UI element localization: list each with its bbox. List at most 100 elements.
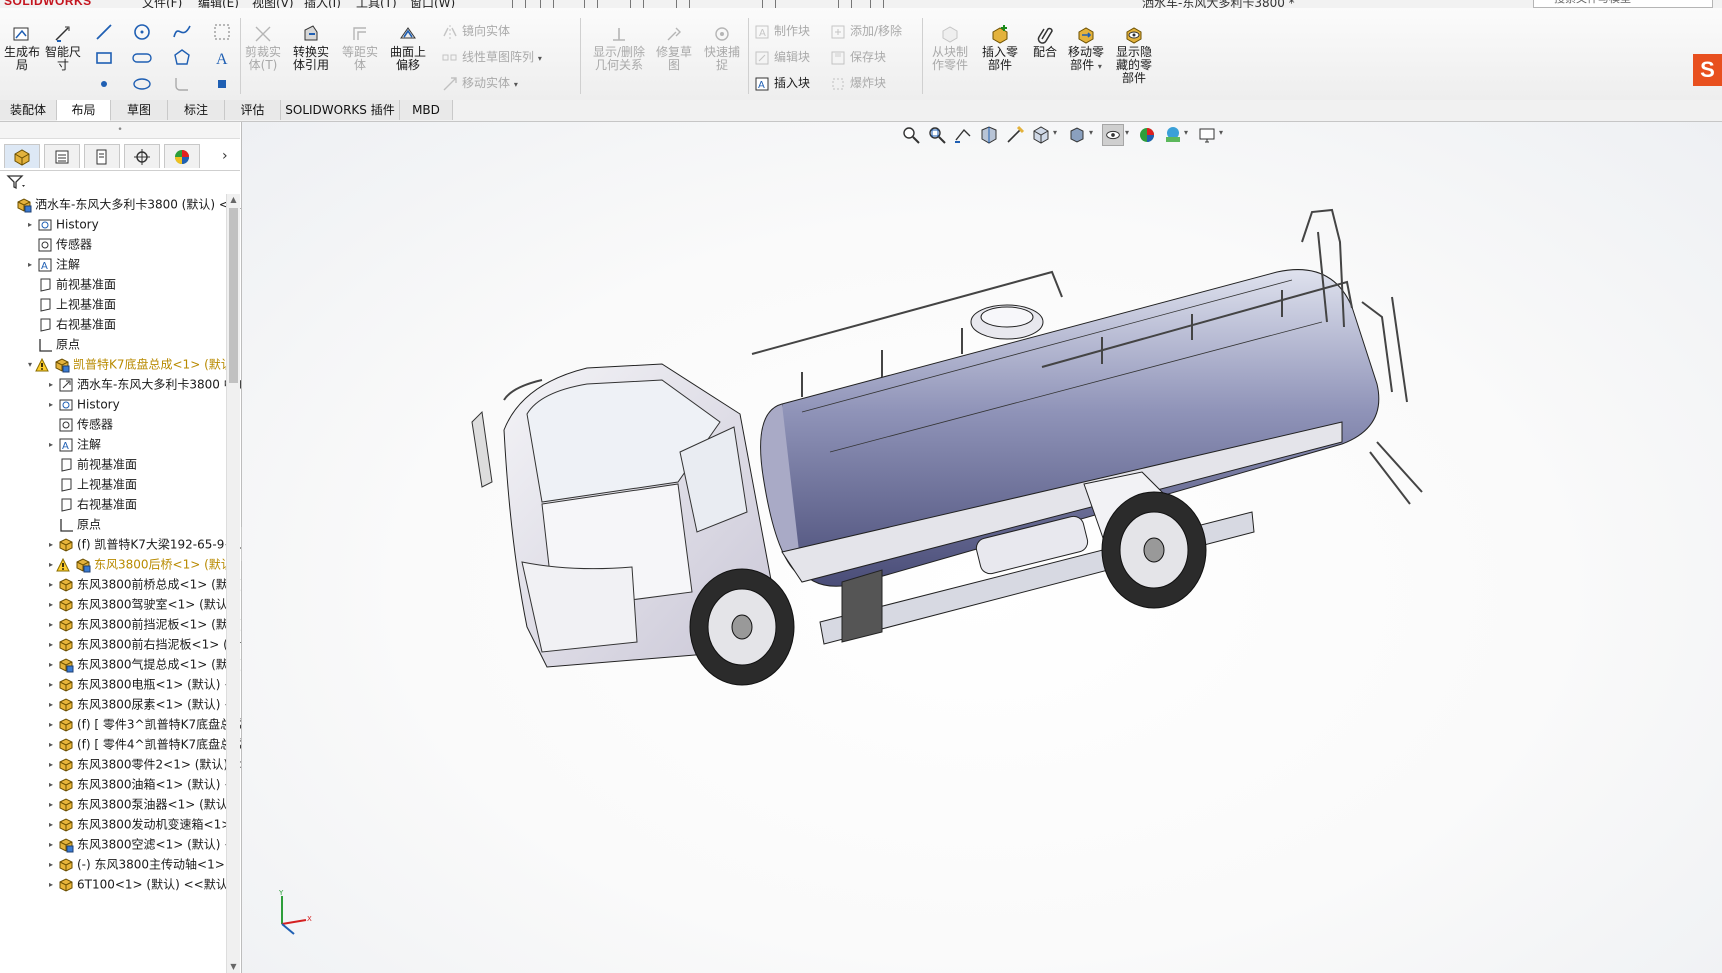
plane-tool-icon[interactable] xyxy=(212,74,232,94)
edit-block-button[interactable]: 编辑块 xyxy=(754,48,810,66)
expand-arrow-icon[interactable]: ▸ xyxy=(25,215,35,235)
point-icon[interactable] xyxy=(94,74,114,94)
expand-arrow-icon[interactable]: ▸ xyxy=(46,855,56,875)
expand-arrow-icon[interactable]: ▸ xyxy=(46,595,56,615)
repair-sketch-button[interactable]: 修复草图 xyxy=(654,24,694,72)
tree-node[interactable]: 传感器 xyxy=(46,414,113,434)
menu-file[interactable]: 文件(F) xyxy=(142,0,182,8)
show-hidden-components-button[interactable]: 显示隐藏的零部件 xyxy=(1112,24,1156,85)
move-component-button[interactable]: 移动零部件 ▾ xyxy=(1064,24,1108,73)
linear-pattern-button[interactable]: 线性草图阵列 ▾ xyxy=(442,48,542,66)
tree-node[interactable]: ▸ 东风3800零件2<1> (默认) < xyxy=(46,754,241,775)
menu-view[interactable]: 视图(V) xyxy=(252,0,294,8)
expand-arrow-icon[interactable]: ▸ xyxy=(46,575,56,595)
tab-solidworks-addins[interactable]: SOLIDWORKS 插件 xyxy=(281,100,400,120)
tab-configuration-manager[interactable] xyxy=(84,144,120,168)
chevron-down-icon[interactable]: ▾ xyxy=(514,80,518,89)
tree-node[interactable]: ▸ 东风3800驾驶室<1> (默认) xyxy=(46,594,232,614)
tree-node[interactable]: ▸ A 注解 xyxy=(25,254,80,274)
collapse-arrow-icon[interactable]: ▾ xyxy=(25,355,35,375)
scroll-up-arrow-icon[interactable]: ▲ xyxy=(227,194,240,206)
tree-node[interactable]: ▸ 东风3800电瓶<1> (默认) < xyxy=(46,674,234,694)
expand-arrow-icon[interactable]: ▸ xyxy=(46,555,56,575)
tree-node[interactable]: ▸ 东风3800前挡泥板<1> (默认) xyxy=(46,614,241,635)
options-gear-icon[interactable] xyxy=(870,0,884,8)
mirror-entities-button[interactable]: 镜向实体 xyxy=(442,22,510,40)
tree-node[interactable]: ▸ 东风3800空滤<1> (默认) < xyxy=(46,834,234,854)
menu-window[interactable]: 窗口(W) xyxy=(410,0,455,8)
truck-3d-model[interactable] xyxy=(242,122,1722,973)
show-delete-relations-button[interactable]: 显示/删除几何关系 xyxy=(590,24,648,72)
ellipse-icon[interactable] xyxy=(132,74,152,94)
expand-arrow-icon[interactable]: ▸ xyxy=(46,615,56,635)
explode-block-button[interactable]: 爆炸块 xyxy=(830,74,886,92)
expand-arrow-icon[interactable]: ▸ xyxy=(46,375,56,395)
tab-mbd[interactable]: MBD xyxy=(400,100,453,120)
tree-node[interactable]: ▸ History xyxy=(46,394,120,414)
tree-node[interactable]: 右视基准面 xyxy=(25,314,116,334)
scroll-down-arrow-icon[interactable]: ▼ xyxy=(227,961,240,973)
tree-node[interactable]: ▸ 6T100<1> (默认) <<默认> xyxy=(46,874,238,894)
tree-scrollbar[interactable]: ▲ ▼ xyxy=(226,194,240,973)
tree-node[interactable]: ▸ (f) 凯普特K7大梁192-65-9<1> xyxy=(46,534,241,555)
line-icon[interactable] xyxy=(94,22,114,42)
tree-node[interactable]: 原点 xyxy=(46,514,101,534)
expand-arrow-icon[interactable]: ▸ xyxy=(46,535,56,555)
tree-node[interactable]: 前视基准面 xyxy=(46,454,137,474)
tab-feature-manager[interactable] xyxy=(4,144,40,168)
circle-icon[interactable] xyxy=(132,22,152,42)
expand-arrow-icon[interactable]: ▸ xyxy=(46,435,56,455)
tree-node[interactable]: ▸ 东风3800油箱<1> (默认) < xyxy=(46,774,234,794)
tree-node[interactable]: ▸ 洒水车-东风大多利卡3800 中的配合 xyxy=(46,374,241,395)
home-icon[interactable] xyxy=(512,0,526,8)
tab-evaluate[interactable]: 评估 xyxy=(225,100,281,120)
tree-node[interactable]: ▸ 东风3800前桥总成<1> (默认) xyxy=(46,574,241,595)
spline-icon[interactable] xyxy=(172,22,192,42)
tree-node[interactable]: ▸ A 注解 xyxy=(46,434,101,454)
expand-arrow-icon[interactable]: ▸ xyxy=(46,675,56,695)
expand-arrow-icon[interactable]: ▸ xyxy=(46,735,56,755)
tree-node[interactable]: ▸ (f) [ 零件3^凯普特K7底盘总成 xyxy=(46,714,241,735)
tab-layout[interactable]: 布局 xyxy=(57,100,111,121)
panel-grip[interactable]: • xyxy=(0,122,240,139)
expand-arrow-icon[interactable]: ▸ xyxy=(46,815,56,835)
tree-node[interactable]: 上视基准面 xyxy=(25,294,116,314)
tree-node[interactable]: 右视基准面 xyxy=(46,494,137,514)
tree-node[interactable]: ▸ History xyxy=(25,214,99,234)
undo-icon[interactable] xyxy=(676,0,690,8)
insert-component-button[interactable]: 插入零部件 xyxy=(978,24,1022,72)
offset-on-surface-button[interactable]: 曲面上偏移 xyxy=(386,24,430,72)
smart-dimension-button[interactable]: 智能尺寸 xyxy=(42,24,84,72)
tab-display-manager[interactable] xyxy=(164,144,200,168)
expand-arrow-icon[interactable]: ▸ xyxy=(25,255,35,275)
tab-dimxpert-manager[interactable] xyxy=(124,144,160,168)
move-entities-button[interactable]: 移动实体 ▾ xyxy=(442,74,518,92)
quick-snaps-button[interactable]: 快速捕捉 xyxy=(702,24,742,72)
tree-node[interactable]: ▸ 东风3800气提总成<1> (默认) xyxy=(46,654,241,675)
tree-node[interactable]: 前视基准面 xyxy=(25,274,116,294)
expand-arrow-icon[interactable]: ▸ xyxy=(46,795,56,815)
expand-arrow-icon[interactable]: ▸ xyxy=(46,655,56,675)
make-part-from-block-button[interactable]: 从块制作零件 xyxy=(928,24,972,72)
print-icon[interactable] xyxy=(630,0,644,8)
tree-node[interactable]: 洒水车-东风大多利卡3800 (默认) <显示状态-1> xyxy=(4,194,241,214)
tree-node[interactable]: ▾ 凯普特K7底盘总成<1> (默认) xyxy=(25,354,237,374)
add-remove-block-button[interactable]: 添加/移除 xyxy=(830,22,902,40)
convert-entities-button[interactable]: 转换实体引用 xyxy=(290,24,332,72)
expand-arrow-icon[interactable]: ▸ xyxy=(46,715,56,735)
tree-node[interactable]: 传感器 xyxy=(25,234,92,254)
graphics-area[interactable]: ▾ ▾ ▾ ▾ ▾ Y X xyxy=(242,122,1722,973)
select-icon[interactable] xyxy=(762,0,776,8)
expand-arrow-icon[interactable]: ▸ xyxy=(46,695,56,715)
menu-insert[interactable]: 插入(I) xyxy=(304,0,341,8)
tree-node[interactable]: ▸ 东风3800前右挡泥板<1> (默认) xyxy=(46,634,241,654)
expand-arrow-icon[interactable]: ▸ xyxy=(46,755,56,775)
tree-node[interactable]: ▸ 东风3800尿素<1> (默认) < xyxy=(46,694,234,714)
tree-node[interactable]: ▸ (-) 东风3800主传动轴<1> ( xyxy=(46,854,233,874)
expand-arrow-icon[interactable]: ▸ xyxy=(46,395,56,415)
slot-icon[interactable] xyxy=(132,48,152,68)
chevron-down-icon[interactable]: ▾ xyxy=(1098,62,1102,71)
tree-node[interactable]: 原点 xyxy=(25,334,80,354)
save-block-button[interactable]: 保存块 xyxy=(830,48,886,66)
tab-sketch[interactable]: 草图 xyxy=(111,100,168,120)
